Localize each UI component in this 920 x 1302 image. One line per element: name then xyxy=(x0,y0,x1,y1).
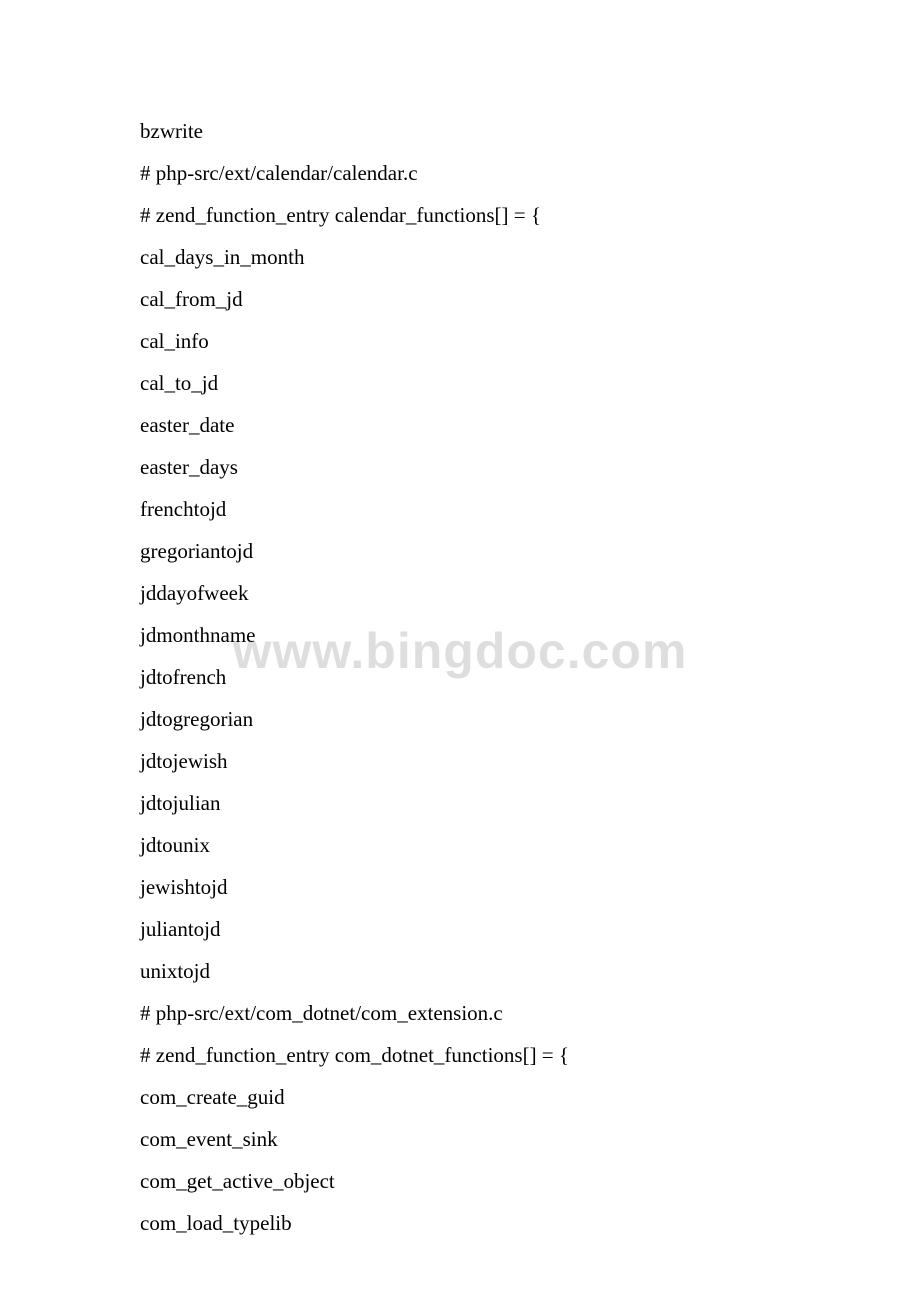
document-line: bzwrite xyxy=(140,110,780,152)
document-line: jdtojewish xyxy=(140,740,780,782)
document-line: # php-src/ext/calendar/calendar.c xyxy=(140,152,780,194)
document-line: jddayofweek xyxy=(140,572,780,614)
document-line: easter_days xyxy=(140,446,780,488)
document-line: frenchtojd xyxy=(140,488,780,530)
document-line: cal_info xyxy=(140,320,780,362)
document-line: com_load_typelib xyxy=(140,1202,780,1244)
document-body: bzwrite# php-src/ext/calendar/calendar.c… xyxy=(140,110,780,1244)
document-line: com_event_sink xyxy=(140,1118,780,1160)
document-line: jdtojulian xyxy=(140,782,780,824)
document-line: cal_to_jd xyxy=(140,362,780,404)
document-line: juliantojd xyxy=(140,908,780,950)
document-line: gregoriantojd xyxy=(140,530,780,572)
document-line: cal_from_jd xyxy=(140,278,780,320)
document-line: jewishtojd xyxy=(140,866,780,908)
document-line: jdtofrench xyxy=(140,656,780,698)
document-line: # zend_function_entry com_dotnet_functio… xyxy=(140,1034,780,1076)
document-line: cal_days_in_month xyxy=(140,236,780,278)
document-line: jdmonthname xyxy=(140,614,780,656)
document-line: unixtojd xyxy=(140,950,780,992)
document-line: # php-src/ext/com_dotnet/com_extension.c xyxy=(140,992,780,1034)
document-line: easter_date xyxy=(140,404,780,446)
document-line: com_get_active_object xyxy=(140,1160,780,1202)
document-line: jdtogregorian xyxy=(140,698,780,740)
document-line: jdtounix xyxy=(140,824,780,866)
document-line: # zend_function_entry calendar_functions… xyxy=(140,194,780,236)
document-line: com_create_guid xyxy=(140,1076,780,1118)
